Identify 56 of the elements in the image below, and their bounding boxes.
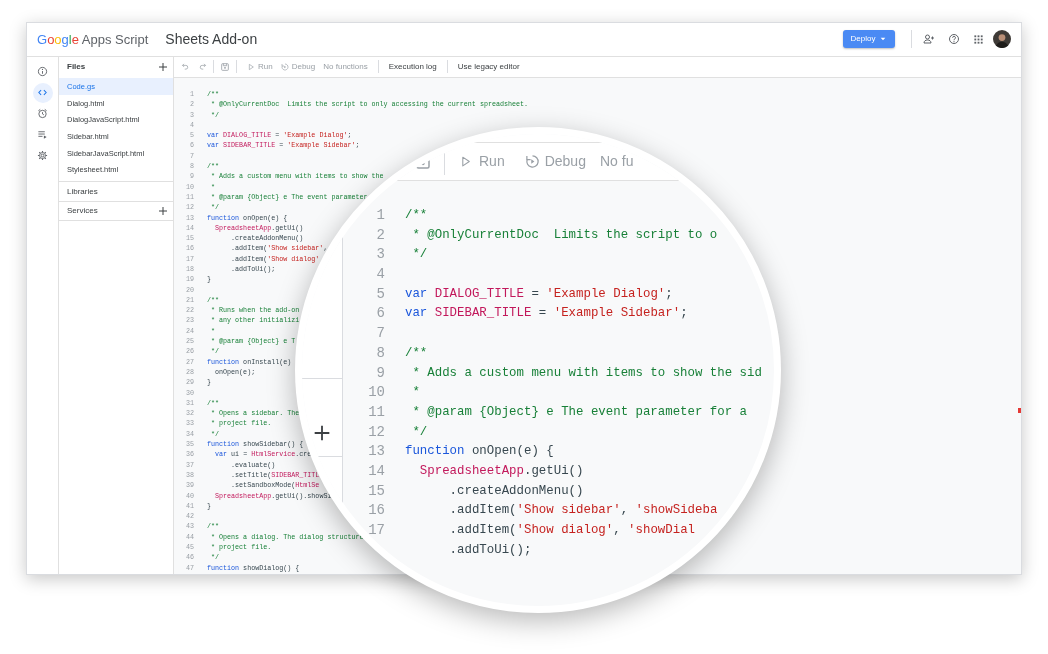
line-number: 3 (376, 246, 385, 263)
run-list-icon (37, 129, 48, 141)
avatar[interactable] (993, 30, 1011, 49)
app-logo[interactable]: Google Apps Script (37, 29, 149, 50)
code-line: .addItem('Show sidebar', 'showSideba (448, 502, 718, 520)
help-icon[interactable] (948, 33, 960, 46)
line-number: 8 (376, 344, 385, 361)
code-line: * Adds a custom menu with items to show the sid (411, 364, 762, 382)
code-line: SpreadsheetApp.getUi() (418, 462, 584, 480)
code-line: .addToUi(); (448, 541, 532, 559)
add-file-icon[interactable] (157, 61, 169, 74)
line-number: 6 (376, 305, 385, 322)
code-line: /** (405, 344, 428, 362)
add-icon[interactable] (157, 205, 169, 218)
project-title: Sheets Add-on (165, 29, 258, 49)
line-number: 15 (368, 482, 385, 499)
code-line: var DIALOG_TITLE = 'Example Dialog'; (405, 285, 673, 303)
legacy-editor-button[interactable]: Use legacy editor (453, 60, 524, 73)
alarm-clock-icon (37, 108, 48, 120)
section-label[interactable]: Libraries (67, 185, 98, 198)
code-line: .createAddonMenu() (448, 482, 584, 500)
apps-grid-icon[interactable] (973, 33, 984, 45)
code-line: * @OnlyCurrentDoc Limits the script to o (411, 226, 718, 244)
line-number: 2 (376, 226, 385, 243)
line-number: 7 (376, 325, 385, 342)
code-line: function onOpen(e) { (405, 443, 554, 461)
panel-title: Files (67, 61, 86, 74)
play-icon (247, 62, 255, 71)
play-icon (459, 155, 472, 168)
settings-icon (37, 150, 48, 162)
line-number: 10 (368, 384, 385, 401)
code-line: /** (405, 207, 428, 224)
code-line: */ (411, 423, 428, 441)
info-icon (37, 66, 48, 78)
debug-icon (524, 154, 540, 169)
line-number: 14 (368, 462, 385, 479)
code-line: */ (411, 246, 428, 264)
line-number: 1 (376, 207, 385, 223)
line-number: 11 (368, 403, 385, 420)
line-number: 4 (376, 266, 385, 283)
line-number: 17 (368, 522, 385, 538)
section-label[interactable]: Services (67, 205, 98, 218)
code-line: * (411, 384, 420, 402)
line-number: 5 (376, 285, 385, 302)
add-person-icon[interactable] (923, 33, 935, 46)
code-line: .addItem('Show dialog', 'showDial (448, 522, 695, 539)
line-number: 13 (368, 443, 385, 460)
code-line: * @param {Object} e The event parameter for a (411, 403, 748, 421)
code-line: var SIDEBAR_TITLE = 'Example Sidebar'; (405, 305, 688, 323)
sidebar-nav-button[interactable] (32, 82, 53, 103)
debug-icon (280, 62, 289, 71)
line-number: 12 (368, 423, 385, 440)
line-number: 9 (376, 364, 385, 381)
line-number: 16 (368, 502, 385, 519)
execution-log-button[interactable]: Execution log (384, 60, 441, 73)
scrollbar-marker (1018, 407, 1021, 413)
